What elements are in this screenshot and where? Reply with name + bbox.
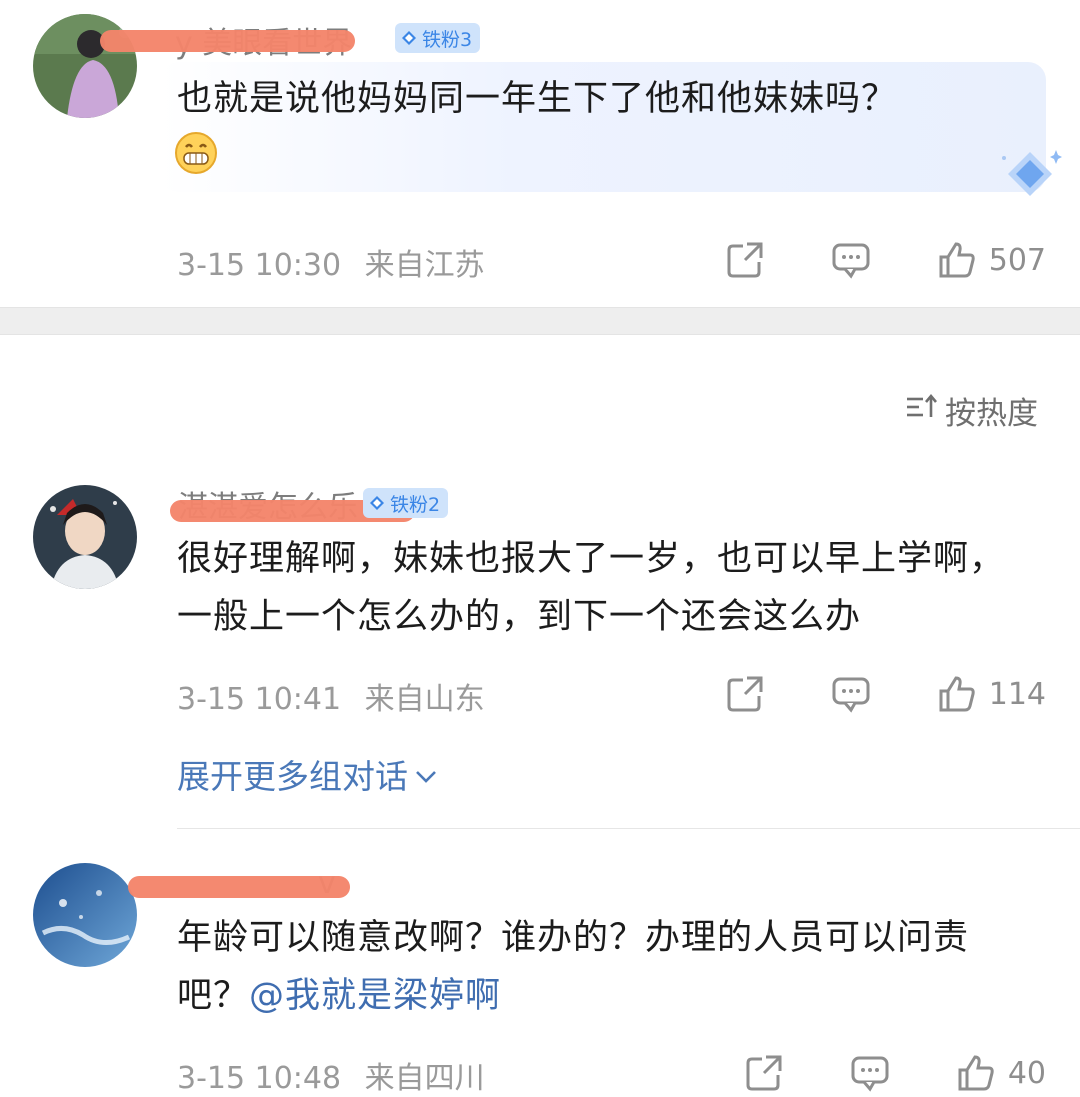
location: 来自四川 xyxy=(364,1061,485,1096)
like-button[interactable]: 114 xyxy=(937,674,1046,714)
fan-badge[interactable]: 铁粉3 xyxy=(395,23,481,53)
user-mention-link[interactable]: @我就是梁婷啊 xyxy=(249,976,501,1016)
expand-label: 展开更多组对话 xyxy=(177,757,408,796)
thumbs-up-icon xyxy=(956,1053,996,1093)
chevron-down-icon xyxy=(414,755,438,794)
expand-more-conversations[interactable]: 展开更多组对话 xyxy=(177,750,438,798)
username-redaction xyxy=(128,876,350,898)
sort-icon xyxy=(905,392,939,430)
diamond-icon xyxy=(402,31,416,45)
comment-meta: 3-15 10:48 来自四川 xyxy=(177,1053,485,1097)
comment-actions: 507 xyxy=(725,240,1046,280)
avatar[interactable] xyxy=(33,863,137,967)
badge-label: 铁粉3 xyxy=(422,28,473,51)
thumbs-up-icon xyxy=(937,674,977,714)
comment-text: 年龄可以随意改啊？谁办的？办理的人员可以问责吧？@我就是梁婷啊 xyxy=(177,918,970,1016)
comment-meta: 3-15 10:30 来自江苏 xyxy=(177,240,485,284)
comment-actions: 114 xyxy=(725,674,1046,714)
location: 来自江苏 xyxy=(364,248,485,283)
share-icon[interactable] xyxy=(725,674,765,714)
like-count: 114 xyxy=(988,676,1046,712)
reply-icon[interactable] xyxy=(831,240,871,280)
reply-icon[interactable] xyxy=(831,674,871,714)
avatar[interactable] xyxy=(33,485,137,589)
timestamp: 3-15 10:48 xyxy=(177,1061,342,1096)
diamond-icon xyxy=(370,496,384,510)
comment-meta: 3-15 10:41 来自山东 xyxy=(177,674,485,718)
like-button[interactable]: 40 xyxy=(956,1053,1046,1093)
grin-emoji-icon xyxy=(174,131,218,175)
comment-actions: 40 xyxy=(744,1053,1046,1093)
fan-badge[interactable]: 铁粉2 xyxy=(363,488,449,518)
section-divider xyxy=(0,307,1080,335)
comment-text: 也就是说他妈妈同一年生下了他和他妹妹吗？ xyxy=(177,79,898,119)
sort-toggle[interactable]: 按热度 xyxy=(905,388,1038,433)
comment-text: 很好理解啊，妹妹也报大了一岁，也可以早上学啊，一般上一个怎么办的，到下一个还会这… xyxy=(177,539,1006,637)
like-count: 40 xyxy=(1007,1055,1046,1091)
reply-icon[interactable] xyxy=(850,1053,890,1093)
comment-divider xyxy=(177,828,1080,829)
like-count: 507 xyxy=(988,242,1046,278)
sparkle-diamond-icon xyxy=(1000,148,1064,200)
comment-1: y 美眼看世界 铁粉3 也就是说他妈妈同一年生下了他和他妹妹吗？ 3-15 10… xyxy=(0,0,1080,307)
share-icon[interactable] xyxy=(725,240,765,280)
timestamp: 3-15 10:30 xyxy=(177,248,342,283)
thumbs-up-icon xyxy=(937,240,977,280)
comment-2: 湛湛爱怎么乐 铁粉2 很好理解啊，妹妹也报大了一岁，也可以早上学啊，一般上一个怎… xyxy=(0,470,1080,820)
sort-label: 按热度 xyxy=(945,396,1038,432)
badge-label: 铁粉2 xyxy=(390,493,441,516)
like-button[interactable]: 507 xyxy=(937,240,1046,280)
timestamp: 3-15 10:41 xyxy=(177,682,342,717)
comment-3: v 年龄可以随意改啊？谁办的？办理的人员可以问责吧？@我就是梁婷啊 3-15 1… xyxy=(0,850,1080,1097)
username-redaction xyxy=(100,30,355,52)
share-icon[interactable] xyxy=(744,1053,784,1093)
location: 来自山东 xyxy=(364,682,485,717)
